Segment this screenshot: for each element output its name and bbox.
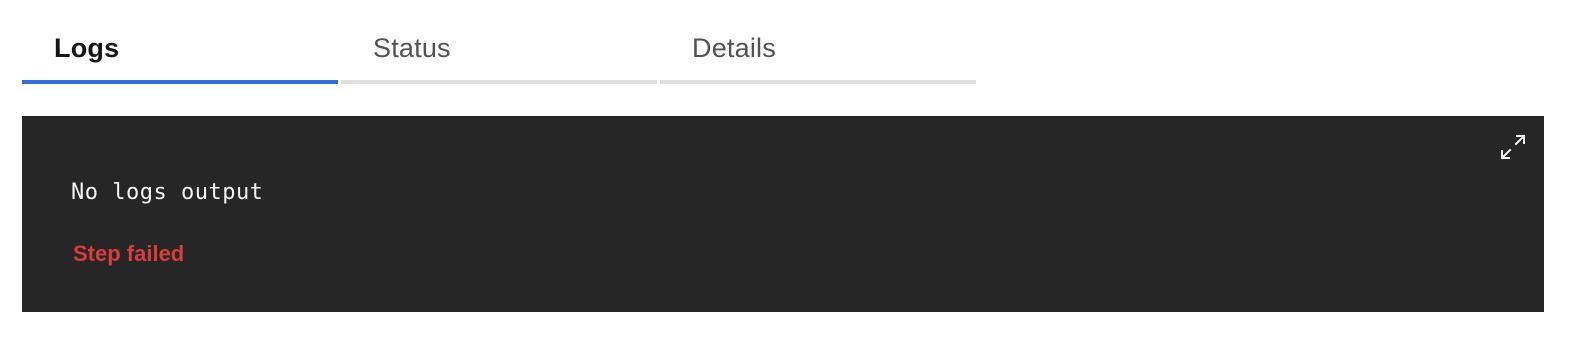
tab-details-label: Details — [692, 33, 776, 63]
step-failed-status: Step failed — [73, 241, 185, 266]
tab-status-underline — [341, 80, 657, 84]
maximize-button[interactable] — [1496, 130, 1530, 164]
tab-details-underline — [660, 80, 976, 84]
tab-logs[interactable]: Logs — [22, 0, 338, 84]
tab-logs-underline — [22, 80, 338, 84]
tab-status-label: Status — [373, 33, 451, 63]
maximize-icon — [1500, 134, 1526, 160]
tab-logs-label: Logs — [54, 33, 120, 63]
tab-list: Logs Status Details — [22, 0, 976, 84]
tab-status[interactable]: Status — [341, 0, 657, 84]
log-output-text: No logs output — [71, 180, 264, 205]
log-panel: No logs output Step failed — [22, 116, 1544, 312]
tab-details[interactable]: Details — [660, 0, 976, 84]
